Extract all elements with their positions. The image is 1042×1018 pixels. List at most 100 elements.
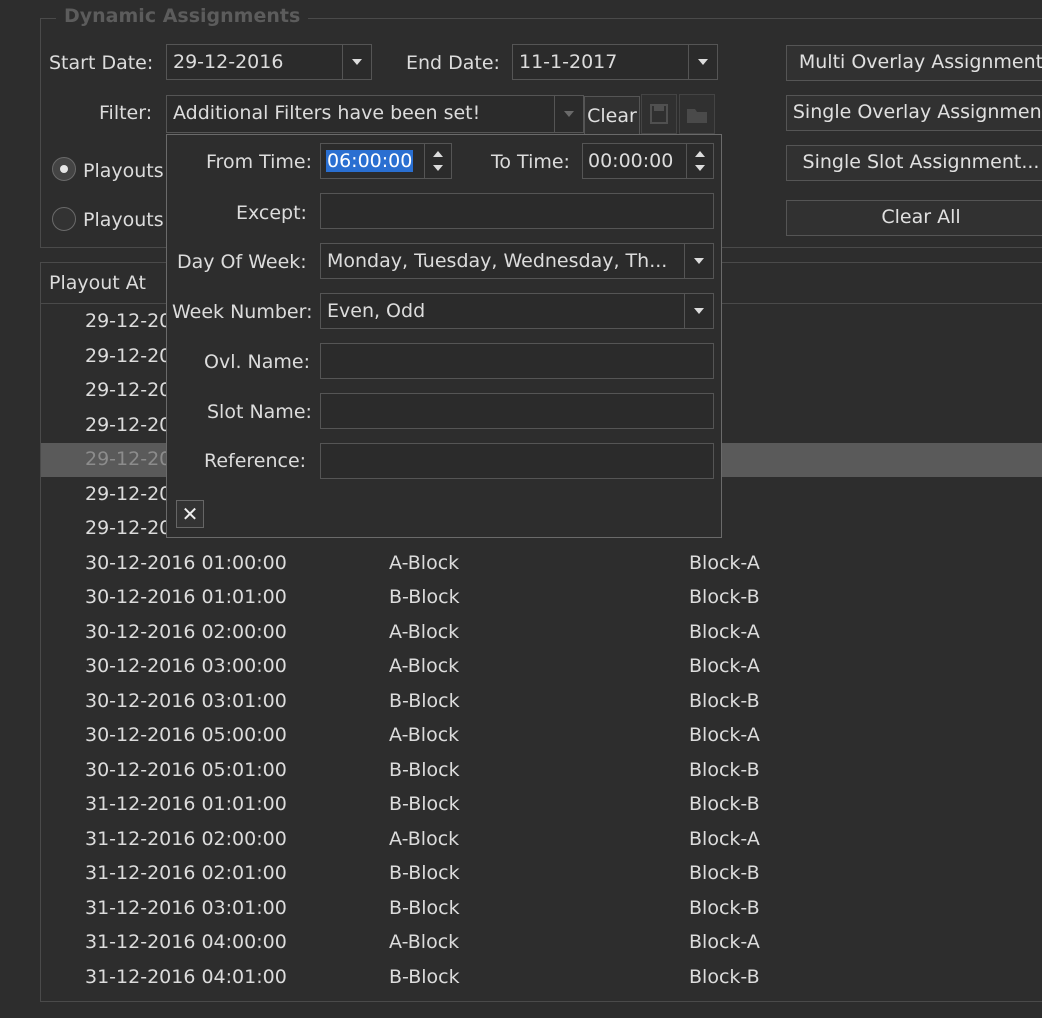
folder-icon[interactable]: [679, 94, 715, 134]
table-row[interactable]: 31-12-2016 01:01:00 B-Block Block-B: [41, 788, 1042, 822]
table-cell: A-Block: [389, 551, 460, 574]
from-time-value[interactable]: 06:00:00: [326, 150, 414, 172]
spinner-arrows-icon[interactable]: [424, 144, 451, 178]
from-time-spinner[interactable]: 06:00:00: [320, 143, 452, 179]
to-time-spinner[interactable]: 00:00:00: [582, 143, 714, 179]
radio-playouts-1[interactable]: [52, 157, 76, 181]
table-row[interactable]: 31-12-2016 04:01:00 B-Block Block-B: [41, 961, 1042, 995]
clear-all-button[interactable]: Clear All: [786, 200, 1042, 236]
table-cell: Block-B: [689, 965, 760, 988]
start-date-value: 29-12-2016: [173, 51, 284, 73]
table-cell: B-Block: [389, 862, 460, 884]
column-header-playout-at[interactable]: Playout At: [49, 272, 146, 294]
start-date-picker[interactable]: 29-12-2016: [166, 44, 372, 80]
day-of-week-combo[interactable]: Monday, Tuesday, Wednesday, Th...: [320, 243, 714, 279]
week-number-combo[interactable]: Even, Odd: [320, 293, 714, 329]
table-cell: Block-B: [689, 689, 760, 712]
filter-combo[interactable]: Additional Filters have been set!: [166, 95, 584, 133]
table-cell: 30-12-2016 05:01:00: [85, 758, 287, 781]
chevron-down-icon[interactable]: [684, 294, 713, 328]
except-input[interactable]: [320, 193, 714, 229]
table-cell: 31-12-2016 02:01:00: [85, 862, 287, 884]
table-cell: A-Block: [389, 827, 460, 850]
close-icon[interactable]: ✕: [176, 500, 204, 528]
table-cell: A-Block: [389, 931, 460, 953]
table-row[interactable]: 31-12-2016 02:01:00 B-Block Block-B: [41, 857, 1042, 891]
single-slot-assignment-button[interactable]: Single Slot Assignment...: [786, 145, 1042, 181]
table-cell: 31-12-2016 02:00:00: [85, 827, 287, 850]
table-cell: Block-B: [689, 862, 760, 884]
table-row[interactable]: 30-12-2016 02:00:00 A-Block Block-A: [41, 616, 1042, 650]
to-time-value[interactable]: 00:00:00: [588, 150, 673, 172]
spinner-arrows-icon[interactable]: [686, 144, 713, 178]
table-cell: 29-12-20: [85, 482, 172, 505]
table-row[interactable]: 30-12-2016 05:01:00 B-Block Block-B: [41, 754, 1042, 788]
week-number-label: Week Number:: [172, 301, 313, 323]
single-overlay-assignment-button[interactable]: Single Overlay Assignment: [786, 95, 1042, 131]
table-row[interactable]: 30-12-2016 03:00:00 A-Block Block-A: [41, 650, 1042, 684]
table-cell: 30-12-2016 01:01:00: [85, 586, 287, 608]
table-cell: Block-A: [689, 655, 760, 677]
end-date-picker[interactable]: 11-1-2017: [512, 44, 718, 80]
filter-clear-button[interactable]: Clear: [584, 96, 640, 136]
day-of-week-value: Monday, Tuesday, Wednesday, Th...: [327, 250, 668, 272]
except-label: Except:: [236, 202, 307, 224]
table-cell: B-Block: [389, 896, 460, 919]
table-cell: Block-B: [689, 758, 760, 781]
radio-playouts-2-label: Playouts: [83, 209, 164, 231]
table-cell: 31-12-2016 03:01:00: [85, 896, 287, 919]
table-cell: A-Block: [389, 620, 460, 643]
table-cell: Block-B: [689, 586, 760, 608]
start-date-label: Start Date:: [49, 52, 154, 74]
reference-label: Reference:: [204, 450, 307, 472]
filter-value: Additional Filters have been set!: [173, 102, 481, 124]
table-row[interactable]: 31-12-2016 02:00:00 A-Block Block-A: [41, 823, 1042, 857]
table-cell: B-Block: [389, 965, 460, 988]
table-cell: B-Block: [389, 586, 460, 608]
table-cell: Block-A: [689, 724, 760, 746]
table-cell: 29-12-20: [85, 310, 172, 332]
table-cell: 29-12-20: [85, 413, 172, 436]
reference-input[interactable]: [320, 443, 714, 479]
table-row[interactable]: 30-12-2016 03:01:00 B-Block Block-B: [41, 685, 1042, 719]
table-cell: 31-12-2016 04:01:00: [85, 965, 287, 988]
table-row[interactable]: 31-12-2016 03:01:00 B-Block Block-B: [41, 892, 1042, 926]
table-row[interactable]: 30-12-2016 01:01:00 B-Block Block-B: [41, 581, 1042, 615]
table-cell: Block-A: [689, 620, 760, 643]
table-cell: B-Block: [389, 758, 460, 781]
ovl-name-input[interactable]: [320, 343, 714, 379]
chevron-down-icon[interactable]: [684, 244, 713, 278]
table-cell: 29-12-20: [85, 379, 172, 401]
table-cell: A-Block: [389, 655, 460, 677]
day-of-week-label: Day Of Week:: [177, 251, 307, 273]
table-row[interactable]: 30-12-2016 05:00:00 A-Block Block-A: [41, 719, 1042, 753]
filter-label: Filter:: [99, 102, 153, 124]
radio-playouts-2[interactable]: [52, 207, 76, 231]
from-time-label: From Time:: [206, 151, 313, 173]
table-cell: 29-12-20: [85, 344, 172, 367]
table-cell: 30-12-2016 02:00:00: [85, 620, 287, 643]
multi-overlay-assignment-button[interactable]: Multi Overlay Assignment: [786, 45, 1042, 81]
slot-name-input[interactable]: [320, 393, 714, 429]
table-cell: Block-A: [689, 551, 760, 574]
ovl-name-label: Ovl. Name:: [204, 351, 311, 373]
table-cell: B-Block: [389, 689, 460, 712]
table-cell: Block-B: [689, 896, 760, 919]
week-number-value: Even, Odd: [327, 300, 426, 322]
chevron-down-icon[interactable]: [554, 96, 583, 132]
radio-playouts-1-label: Playouts: [83, 160, 164, 182]
save-icon[interactable]: [641, 94, 677, 134]
table-cell: Block-B: [689, 793, 760, 815]
chevron-down-icon[interactable]: [342, 45, 371, 79]
table-cell: 31-12-2016 04:00:00: [85, 931, 287, 953]
table-cell: 29-12-20: [85, 448, 172, 470]
table-cell: A-Block: [389, 724, 460, 746]
table-cell: 31-12-2016 01:01:00: [85, 793, 287, 815]
group-title: Dynamic Assignments: [56, 5, 309, 27]
table-row[interactable]: 31-12-2016 04:00:00 A-Block Block-A: [41, 926, 1042, 960]
table-cell: Block-A: [689, 827, 760, 850]
table-cell: 30-12-2016 03:00:00: [85, 655, 287, 677]
table-row[interactable]: 30-12-2016 01:00:00 A-Block Block-A: [41, 547, 1042, 581]
table-cell: Block-A: [689, 931, 760, 953]
chevron-down-icon[interactable]: [688, 45, 717, 79]
